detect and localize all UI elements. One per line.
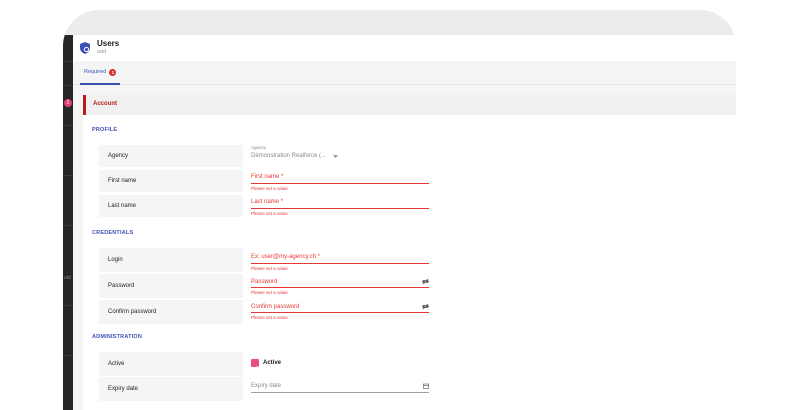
tab-label: Required <box>84 69 107 75</box>
active-checkbox-label: Active <box>263 360 282 366</box>
group-title-credentials: CREDENTIALS <box>92 230 134 236</box>
group-title-administration: ADMINISTRATION <box>92 334 143 340</box>
login-error: Please set a value <box>251 266 288 271</box>
calendar-icon[interactable] <box>423 383 429 389</box>
agency-select[interactable]: Agency Démonstration Realforce (... <box>251 145 429 167</box>
visibility-toggle-icon[interactable] <box>422 278 429 285</box>
visibility-toggle-icon[interactable] <box>422 303 429 310</box>
sidebar-label[interactable]: uid <box>64 275 71 281</box>
active-checkbox[interactable] <box>251 359 259 371</box>
last-name-error: Please set a value <box>251 211 288 216</box>
row-label-password: Password <box>99 274 243 298</box>
active-checkbox-field[interactable]: Active <box>251 352 429 376</box>
first-name-error: Please set a value <box>251 186 288 191</box>
row-label-confirm-password: Confirm password <box>99 300 243 324</box>
row-label-active: Active <box>99 352 243 376</box>
form-content: PROFILE Agency Agency Démonstration Real… <box>83 115 736 410</box>
section-title: Account <box>93 101 117 107</box>
tab-error-badge: 1 <box>109 68 117 76</box>
row-label-first-name: First name <box>99 170 243 192</box>
app-screen: 1 uid Users add Required 1 Account PROFI… <box>63 35 736 410</box>
tab-bar: Required 1 <box>73 61 736 85</box>
row-label-last-name: Last name <box>99 195 243 217</box>
user-shield-icon <box>80 42 90 54</box>
sidebar: 1 uid <box>63 35 73 410</box>
chevron-down-icon <box>333 155 338 158</box>
expiry-date-field[interactable]: Expiry date <box>251 377 429 401</box>
confirm-password-field[interactable]: Confirm password Please set a value <box>251 300 429 330</box>
sidebar-badge[interactable]: 1 <box>64 99 72 107</box>
row-label-login: Login <box>99 248 243 272</box>
last-name-field[interactable]: Last name * Please set a value <box>251 195 429 225</box>
group-title-profile: PROFILE <box>92 127 118 133</box>
page-title: Users <box>97 39 120 48</box>
row-label-expiry-date: Expiry date <box>99 377 243 401</box>
tab-required[interactable]: Required 1 <box>80 61 121 85</box>
section-account[interactable]: Account <box>83 95 736 115</box>
confirm-password-error: Please set a value <box>251 315 288 320</box>
agency-value: Démonstration Realforce (... <box>251 153 327 159</box>
row-label-agency: Agency <box>99 145 243 167</box>
device-frame: 1 uid Users add Required 1 Account PROFI… <box>63 10 736 410</box>
password-error: Please set a value <box>251 290 288 295</box>
check-icon <box>252 365 258 371</box>
page-header: Users add <box>73 35 736 61</box>
page-subtitle: add <box>97 49 107 55</box>
